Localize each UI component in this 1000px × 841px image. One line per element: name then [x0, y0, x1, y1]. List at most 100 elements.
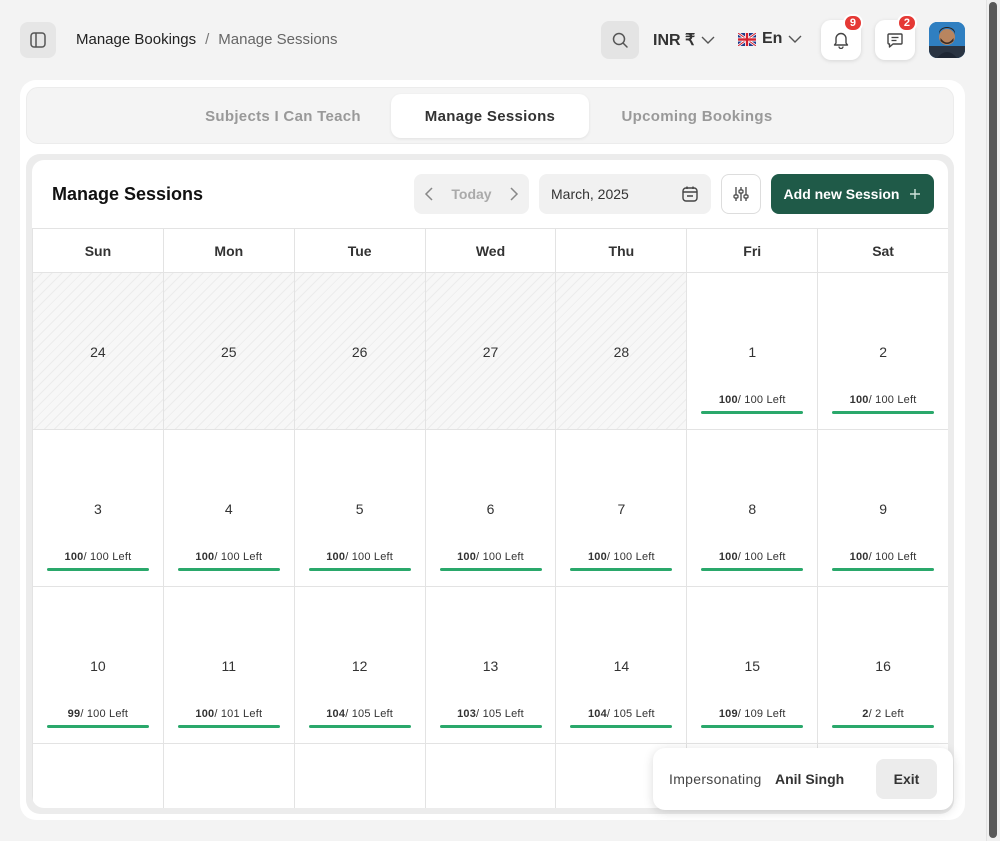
- availability-bar: [832, 725, 935, 728]
- calendar-day-cell[interactable]: 6 100/ 100 Left: [424, 430, 556, 586]
- weekday-thu: Thu: [555, 229, 686, 272]
- language-selector[interactable]: En: [738, 30, 802, 48]
- availability-bar: [832, 568, 935, 571]
- slots-left-suffix: Left: [632, 551, 655, 563]
- impersonated-user-name: Anil Singh: [775, 771, 845, 787]
- calendar-day-cell[interactable]: [424, 744, 556, 808]
- slots-available-count: 100: [195, 551, 215, 563]
- slots-available-count: 100: [587, 551, 607, 563]
- slots-left-label: 100/ 100 Left: [195, 551, 263, 563]
- chevron-left-icon[interactable]: [424, 187, 434, 201]
- availability-bar: [47, 725, 149, 728]
- exit-impersonation-button[interactable]: Exit: [876, 759, 937, 799]
- day-number: 6: [486, 501, 495, 517]
- day-number: 5: [355, 501, 364, 517]
- notifications-badge: 9: [842, 14, 863, 32]
- day-number: 25: [221, 344, 237, 360]
- slots-left-label: 100/ 100 Left: [849, 551, 917, 563]
- calendar-day-cell[interactable]: 14 104/ 105 Left: [555, 587, 686, 743]
- calendar-day-cell[interactable]: 26: [293, 273, 425, 429]
- calendar-title: Manage Sessions: [52, 184, 204, 204]
- calendar-container: Manage Sessions Today March, 2025 Add ne…: [26, 154, 954, 814]
- slots-total-count: 100: [744, 551, 764, 563]
- search-button[interactable]: [601, 21, 639, 59]
- availability-bar: [308, 725, 411, 728]
- user-avatar[interactable]: [929, 22, 965, 58]
- calendar-day-cell[interactable]: 7 100/ 100 Left: [555, 430, 686, 586]
- filter-button[interactable]: [721, 174, 761, 214]
- calendar-day-cell[interactable]: [32, 744, 163, 808]
- scrollbar-thumb[interactable]: [989, 2, 997, 838]
- tab-subjects-i-can-teach[interactable]: Subjects I Can Teach: [187, 94, 379, 138]
- slots-total-count: 105: [482, 708, 502, 720]
- calendar-day-cell[interactable]: 1 100/ 100 Left: [686, 273, 817, 429]
- slots-available-count: 100: [849, 551, 869, 563]
- today-button[interactable]: Today: [451, 186, 491, 202]
- slots-left-suffix: Left: [239, 551, 263, 563]
- page-scrollbar[interactable]: [986, 0, 1000, 841]
- slots-left-label: 100/ 100 Left: [326, 551, 394, 563]
- slots-available-count: 103: [457, 708, 477, 720]
- calendar-day-cell[interactable]: 24: [32, 273, 163, 429]
- top-bar: Manage Bookings / Manage Sessions INR ₹ …: [0, 0, 986, 80]
- slots-left-label: 100/ 100 Left: [64, 551, 132, 563]
- slots-left-label: 100/ 100 Left: [587, 551, 655, 563]
- add-new-session-label: Add new Session: [783, 186, 900, 202]
- slots-left-label: 104/ 105 Left: [326, 708, 394, 720]
- calendar-day-cell[interactable]: 10 99/ 100 Left: [32, 587, 163, 743]
- impersonating-label: Impersonating: [669, 771, 762, 787]
- weekday-sun: Sun: [32, 229, 163, 272]
- availability-bar: [439, 568, 542, 571]
- calendar-day-cell[interactable]: 3 100/ 100 Left: [32, 430, 163, 586]
- chevron-right-icon[interactable]: [509, 187, 519, 201]
- tab-manage-sessions[interactable]: Manage Sessions: [391, 94, 589, 138]
- slots-left-suffix: Left: [763, 708, 786, 720]
- currency-selector[interactable]: INR ₹: [653, 30, 715, 50]
- availability-bar: [832, 411, 935, 414]
- calendar-day-cell[interactable]: 8 100/ 100 Left: [686, 430, 817, 586]
- day-number: 27: [482, 344, 499, 360]
- weekday-mon: Mon: [162, 229, 294, 272]
- notifications-button[interactable]: 9: [821, 14, 863, 60]
- availability-bar: [701, 411, 804, 414]
- calendar-day-cell[interactable]: 13 103/ 105 Left: [424, 587, 556, 743]
- calendar-day-cell[interactable]: 2 100/ 100 Left: [817, 273, 948, 429]
- month-picker[interactable]: March, 2025: [539, 174, 711, 214]
- slots-left-label: 100/ 101 Left: [195, 708, 263, 720]
- calendar-day-cell[interactable]: [293, 744, 425, 808]
- calendar-day-cell[interactable]: 5 100/ 100 Left: [293, 430, 425, 586]
- calendar-day-cell[interactable]: 15 109/ 109 Left: [686, 587, 817, 743]
- calendar-day-cell[interactable]: 4 100/ 100 Left: [162, 430, 294, 586]
- slots-left-label: 100/ 100 Left: [718, 394, 786, 406]
- availability-bar: [701, 568, 804, 571]
- day-number: 8: [748, 501, 757, 517]
- chevron-down-icon: [788, 35, 802, 43]
- slots-available-count: 104: [587, 708, 607, 720]
- calendar-day-cell[interactable]: 16 2/ 2 Left: [817, 587, 948, 743]
- sidebar-toggle-button[interactable]: [20, 22, 56, 58]
- day-number: 15: [744, 658, 761, 674]
- breadcrumb-manage-bookings[interactable]: Manage Bookings: [76, 31, 196, 48]
- calendar-day-cell[interactable]: [162, 744, 294, 808]
- availability-bar: [308, 568, 411, 571]
- add-new-session-button[interactable]: Add new Session: [771, 174, 934, 214]
- breadcrumb: Manage Bookings / Manage Sessions: [76, 31, 338, 48]
- calendar-week-row: 24 25 26 27 28 1 100/ 100 Left 2 100/ 100 Left: [32, 273, 948, 430]
- calendar-day-cell[interactable]: 11 100/ 101 Left: [162, 587, 294, 743]
- availability-bar: [439, 725, 542, 728]
- calendar-day-cell[interactable]: 27: [424, 273, 556, 429]
- calendar-day-cell[interactable]: 28: [555, 273, 687, 429]
- slots-left-label: 2/ 2 Left: [862, 708, 904, 720]
- calendar-day-cell[interactable]: 9 100/ 100 Left: [817, 430, 948, 586]
- slots-left-label: 99/ 100 Left: [67, 708, 129, 720]
- calendar-day-cell[interactable]: 12 104/ 105 Left: [293, 587, 425, 743]
- tab-upcoming-bookings[interactable]: Upcoming Bookings: [601, 94, 793, 138]
- currency-label: INR ₹: [653, 32, 696, 49]
- slots-left-suffix: Left: [239, 708, 263, 720]
- slots-left-label: 100/ 100 Left: [457, 551, 524, 563]
- tab-bar: Subjects I Can Teach Manage Sessions Upc…: [26, 87, 954, 144]
- slots-available-count: 100: [64, 551, 84, 563]
- slots-total-count: 105: [351, 708, 371, 720]
- messages-button[interactable]: 2: [875, 14, 917, 60]
- calendar-day-cell[interactable]: 25: [162, 273, 294, 429]
